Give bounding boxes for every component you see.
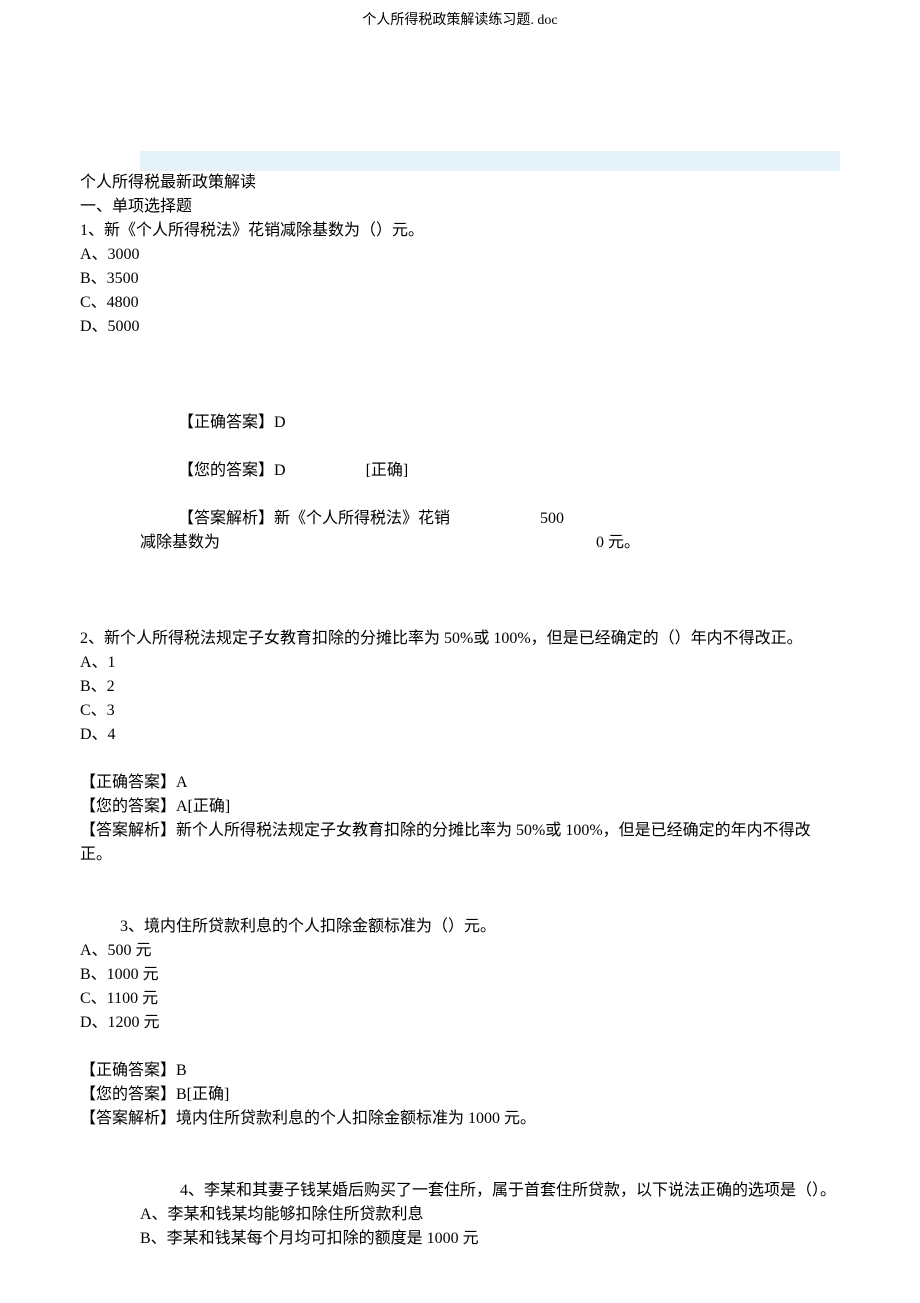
q1-option-a: A、3000 (80, 243, 840, 267)
q1-your-answer: 【您的答案】D (178, 459, 286, 483)
q3-your-answer: 【您的答案】B[正确] (80, 1083, 840, 1107)
q1-option-d: D、5000 (80, 315, 840, 339)
document-filename: 个人所得税政策解读练习题. doc (80, 10, 840, 31)
q2-option-c: C、3 (80, 699, 840, 723)
q1-analysis-line1b: 500 (540, 507, 564, 531)
q1-analysis-line2b: 0 元。 (596, 531, 640, 555)
q1-option-b: B、3500 (80, 267, 840, 291)
q3-option-c: C、1100 元 (80, 987, 840, 1011)
q1-prompt: 1、新《个人所得税法》花销减除基数为（）元。 (80, 219, 840, 243)
q2-correct-answer: 【正确答案】A (80, 771, 840, 795)
q1-correct-tag: [正确] (366, 459, 409, 483)
q2-prompt: 2、新个人所得税法规定子女教育扣除的分摊比率为 50%或 100%，但是已经确定… (80, 627, 840, 651)
q2-your-answer: 【您的答案】A[正确] (80, 795, 840, 819)
q1-correct-answer: 【正确答案】D (178, 411, 286, 435)
q4-prompt: 4、李某和其妻子钱某婚后购买了一套住所，属于首套住所贷款，以下说法正确的选项是（… (180, 1179, 840, 1203)
q1-analysis-line1a: 【答案解析】新《个人所得税法》花销 (178, 507, 450, 531)
q3-option-d: D、1200 元 (80, 1011, 840, 1035)
q3-correct-answer: 【正确答案】B (80, 1059, 840, 1083)
q3-prompt: 3、境内住所贷款利息的个人扣除金额标准为（）元。 (120, 915, 840, 939)
highlight-bar (140, 151, 840, 171)
q4-block: 4、李某和其妻子钱某婚后购买了一套住所，属于首套住所贷款，以下说法正确的选项是（… (140, 1179, 840, 1251)
q4-option-b: B、李某和钱某每个月均可扣除的额度是 1000 元 (140, 1227, 840, 1251)
document-title: 个人所得税最新政策解读 (80, 171, 840, 195)
q1-option-c: C、4800 (80, 291, 840, 315)
q2-option-d: D、4 (80, 723, 840, 747)
q3-analysis: 【答案解析】境内住所贷款利息的个人扣除金额标准为 1000 元。 (80, 1107, 840, 1131)
q2-analysis: 【答案解析】新个人所得税法规定子女教育扣除的分摊比率为 50%或 100%，但是… (80, 819, 840, 867)
q3-option-b: B、1000 元 (80, 963, 840, 987)
q2-option-b: B、2 (80, 675, 840, 699)
q3-option-a: A、500 元 (80, 939, 840, 963)
q1-analysis-line2a: 减除基数为 (140, 531, 220, 555)
q1-answer-block: 【正确答案】D 【您的答案】D [正确] 【答案解析】新《个人所得税法》花销 5… (140, 411, 840, 555)
section-heading: 一、单项选择题 (80, 195, 840, 219)
q4-option-a: A、李某和钱某均能够扣除住所贷款利息 (140, 1203, 840, 1227)
q2-option-a: A、1 (80, 651, 840, 675)
